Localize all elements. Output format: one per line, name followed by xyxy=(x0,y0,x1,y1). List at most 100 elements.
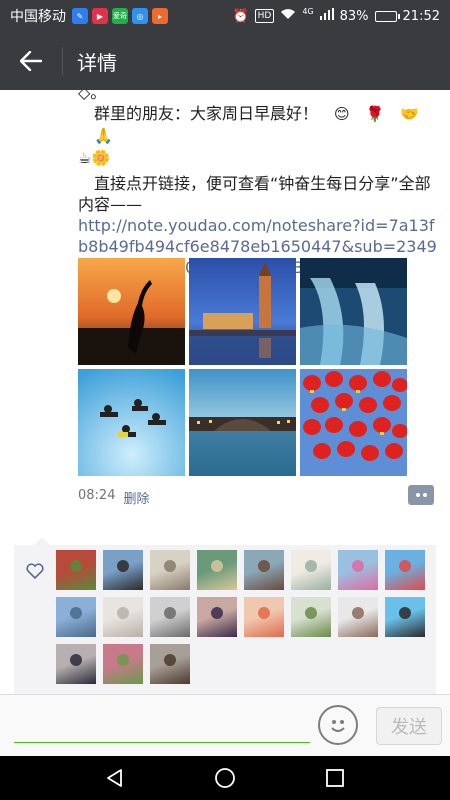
avatar-figure xyxy=(258,607,270,619)
likes-panel xyxy=(14,537,436,694)
battery-percent: 83% xyxy=(339,8,369,24)
emoji-button[interactable] xyxy=(318,705,358,745)
alarm-icon: ⏰ xyxy=(232,8,249,24)
liker-avatar[interactable] xyxy=(103,550,143,590)
liker-avatar[interactable] xyxy=(338,550,378,590)
liker-avatar[interactable] xyxy=(385,550,425,590)
liker-avatar[interactable] xyxy=(150,597,190,637)
smile-emoji: 😊 xyxy=(334,105,350,123)
title-divider xyxy=(62,47,63,75)
battery-icon xyxy=(374,10,400,22)
square-recents-icon xyxy=(326,769,344,787)
avatar-figure xyxy=(211,607,223,619)
page-title: 详情 xyxy=(77,50,117,75)
waterfall-photo[interactable] xyxy=(300,258,407,365)
signal-icon xyxy=(319,8,334,24)
nav-recents-button[interactable] xyxy=(315,758,355,798)
avatar-figure xyxy=(211,560,223,572)
post-time: 08:24 xyxy=(78,488,116,503)
liker-avatar[interactable] xyxy=(150,644,190,684)
pray-emoji: 🙏 xyxy=(94,127,113,145)
liker-avatar[interactable] xyxy=(291,550,331,590)
status-bar: 中国移动 ✎ ▶ 爱奇 ◎ ▸ ⏰ HD 4G 83% 21:52 xyxy=(0,0,450,32)
liker-avatar[interactable] xyxy=(244,597,284,637)
post-meta: 08:24 删除 xyxy=(78,488,149,507)
nav-home-button[interactable] xyxy=(205,758,245,798)
liker-avatar[interactable] xyxy=(338,597,378,637)
emoji-line: ☕🌼 xyxy=(78,147,438,169)
avatar-figure xyxy=(305,607,317,619)
dot-icon xyxy=(415,493,420,497)
video-app-icon: ▶ xyxy=(92,8,108,24)
comment-input-bar: 发送 xyxy=(0,694,450,756)
liker-avatar[interactable] xyxy=(56,644,96,684)
nav-back-button[interactable] xyxy=(95,758,135,798)
liker-avatar[interactable] xyxy=(56,550,96,590)
delete-button[interactable]: 删除 xyxy=(123,488,149,507)
wifi-icon xyxy=(280,8,296,24)
title-bar: 详情 xyxy=(0,32,450,90)
circle-home-icon xyxy=(215,768,235,788)
heart-icon xyxy=(26,563,44,579)
greeting-text: 群里的朋友：大家周日早晨好！ xyxy=(94,104,319,123)
liker-avatar[interactable] xyxy=(197,550,237,590)
dot-icon xyxy=(422,493,427,497)
carrier-name: 中国移动 xyxy=(10,9,66,25)
post-text: ◇。 群里的朋友：大家周日早晨好！ 😊 🌹 🤝 🙏 ☕🌼 直接点开链接，便可查看“钟奋生… xyxy=(78,90,438,278)
greeting-line: 群里的朋友：大家周日早晨好！ 😊 🌹 🤝 🙏 xyxy=(78,103,438,147)
handshake-emoji: 🤝 xyxy=(400,105,420,123)
avatar-figure xyxy=(399,607,411,619)
water-town-bridge-photo[interactable] xyxy=(189,369,296,476)
city-tower-photo[interactable] xyxy=(189,258,296,365)
send-button[interactable]: 发送 xyxy=(376,707,442,745)
liker-avatar[interactable] xyxy=(244,550,284,590)
network-type: 4G xyxy=(302,6,314,16)
avatar-figure xyxy=(352,607,364,619)
avatar-figure xyxy=(305,560,317,572)
post-line-partial: ◇。 xyxy=(78,90,107,102)
player-app-icon: ▸ xyxy=(152,8,168,24)
flower-emoji: 🌼 xyxy=(91,149,111,167)
comment-options-button[interactable] xyxy=(408,485,434,505)
comment-input[interactable] xyxy=(14,707,310,743)
sunset-heron-photo[interactable] xyxy=(78,258,185,365)
avatar-figure xyxy=(164,607,176,619)
liker-avatar[interactable] xyxy=(103,644,143,684)
liker-avatar[interactable] xyxy=(291,597,331,637)
skydiving-photo[interactable] xyxy=(78,369,185,476)
avatar-figure xyxy=(117,607,129,619)
back-arrow-icon xyxy=(20,51,42,71)
coffee-emoji: ☕ xyxy=(78,149,92,167)
iqiyi-app-icon: 爱奇 xyxy=(112,8,128,24)
avatar-figure xyxy=(164,560,176,572)
post-detail: ◇。 群里的朋友：大家周日早晨好！ 😊 🌹 🤝 🙏 ☕🌼 直接点开链接，便可查看“钟奋生… xyxy=(0,90,450,694)
liker-avatar[interactable] xyxy=(56,597,96,637)
avatar-figure xyxy=(164,654,176,666)
status-indicators: ⏰ HD 4G 83% 21:52 xyxy=(232,6,440,24)
liker-avatar[interactable] xyxy=(150,550,190,590)
liker-avatar[interactable] xyxy=(385,597,425,637)
avatar-figure xyxy=(70,607,82,619)
avatar-figure xyxy=(70,560,82,572)
instruction-text: 直接点开链接，便可查看“钟奋生每日分享”全部内容—— xyxy=(78,174,431,214)
liker-avatar[interactable] xyxy=(197,597,237,637)
avatar-figure xyxy=(70,654,82,666)
browser-app-icon: ◎ xyxy=(132,8,148,24)
avatar-figure xyxy=(352,560,364,572)
system-nav-bar xyxy=(0,756,450,800)
status-app-icons: ✎ ▶ 爱奇 ◎ ▸ xyxy=(72,8,168,24)
clock: 21:52 xyxy=(402,8,440,24)
triangle-back-icon xyxy=(107,769,122,787)
liker-avatar[interactable] xyxy=(103,597,143,637)
rose-emoji: 🌹 xyxy=(365,105,385,123)
avatar-figure xyxy=(117,560,129,572)
avatar-figure xyxy=(117,654,129,666)
red-lanterns-photo[interactable] xyxy=(300,369,407,476)
avatar-figure xyxy=(399,560,411,572)
back-button[interactable] xyxy=(0,32,62,90)
photo-grid xyxy=(78,258,408,476)
avatar-figure xyxy=(258,560,270,572)
liker-avatars xyxy=(56,550,436,684)
pen-app-icon: ✎ xyxy=(72,8,88,24)
hd-badge: HD xyxy=(254,9,275,23)
